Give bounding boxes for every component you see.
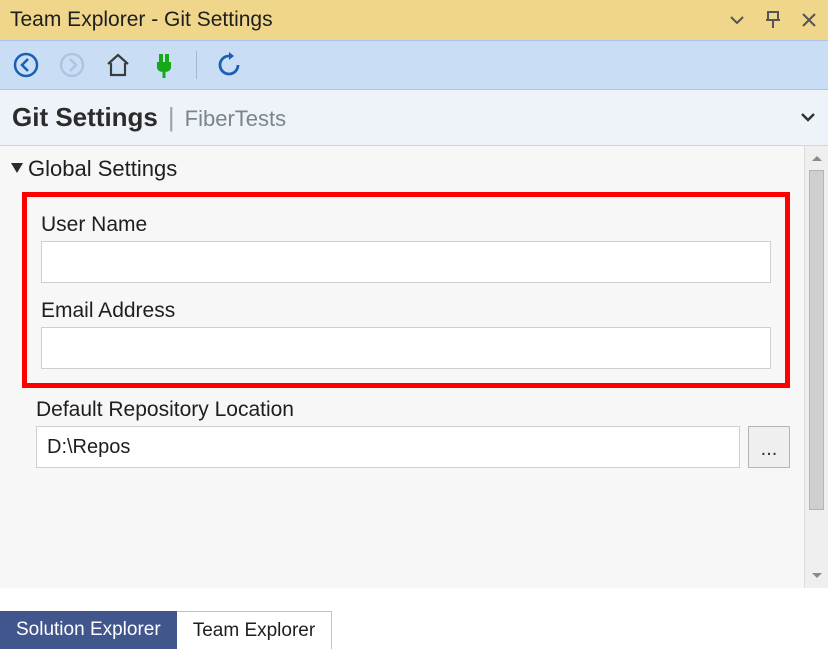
back-button[interactable] [8, 47, 44, 83]
repo-location-label: Default Repository Location [36, 398, 790, 422]
repo-location-block: Default Repository Location ... [36, 398, 790, 468]
refresh-button[interactable] [211, 47, 247, 83]
scroll-up-icon[interactable] [805, 146, 828, 170]
forward-button [54, 47, 90, 83]
username-label: User Name [41, 213, 771, 237]
project-name: FiberTests [185, 106, 286, 132]
window-title: Team Explorer - Git Settings [10, 8, 273, 32]
pin-icon[interactable] [762, 9, 784, 31]
home-button[interactable] [100, 47, 136, 83]
header-dropdown-icon[interactable] [800, 109, 816, 127]
window-titlebar: Team Explorer - Git Settings [0, 0, 828, 40]
page-title: Git Settings [12, 102, 158, 133]
email-input[interactable] [41, 327, 771, 369]
bottom-tabs: Solution Explorer Team Explorer [0, 611, 332, 649]
tab-team-explorer[interactable]: Team Explorer [177, 611, 333, 649]
toolbar [0, 40, 828, 90]
username-input[interactable] [41, 241, 771, 283]
repo-location-input[interactable] [36, 426, 740, 468]
vertical-scrollbar[interactable] [804, 146, 828, 588]
page-header: Git Settings | FiberTests [0, 90, 828, 146]
email-label: Email Address [41, 299, 771, 323]
close-icon[interactable] [798, 9, 820, 31]
scrollbar-thumb[interactable] [809, 170, 824, 510]
connect-button[interactable] [146, 47, 182, 83]
collapse-icon [10, 161, 24, 177]
section-header[interactable]: Global Settings [0, 156, 804, 182]
tab-solution-explorer[interactable]: Solution Explorer [0, 611, 177, 649]
highlighted-fields: User Name Email Address [22, 192, 790, 388]
scroll-down-icon[interactable] [805, 564, 828, 588]
window-menu-icon[interactable] [726, 9, 748, 31]
header-separator: | [168, 102, 175, 133]
window-controls [726, 9, 820, 31]
browse-button[interactable]: ... [748, 426, 790, 468]
scrollbar-track[interactable] [805, 170, 828, 564]
section-title: Global Settings [28, 156, 177, 182]
content-area: Global Settings User Name Email Address … [0, 146, 804, 588]
toolbar-separator [196, 51, 197, 79]
